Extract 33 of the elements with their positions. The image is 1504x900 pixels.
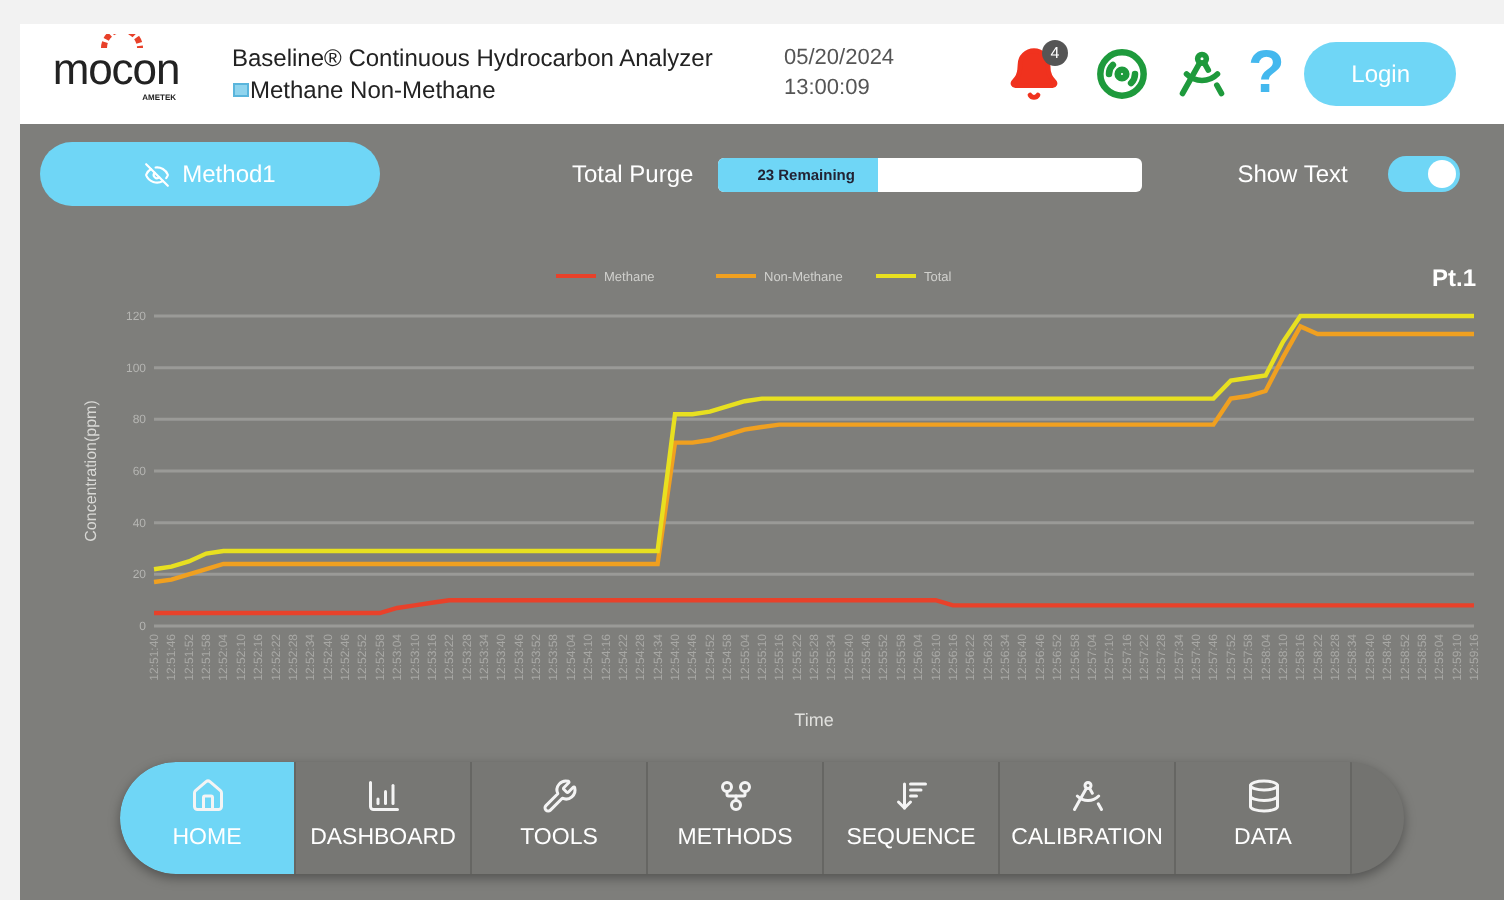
bar-chart-icon — [365, 778, 401, 815]
x-axis-label: Time — [794, 710, 834, 730]
database-icon — [1245, 778, 1281, 815]
help-button[interactable]: ? — [1248, 44, 1285, 104]
compass-icon[interactable] — [1176, 48, 1228, 100]
alert-count-badge: 4 — [1042, 40, 1068, 66]
point-label: Pt.1 — [1431, 264, 1476, 292]
show-text-label: Show Text — [1237, 158, 1348, 192]
bell-icon — [1006, 46, 1062, 102]
nav-tab[interactable]: TOOLS — [472, 762, 648, 874]
nav-tab[interactable]: DASHBOARD — [296, 762, 472, 874]
logo-arc-icon — [100, 33, 144, 49]
wrench-icon — [541, 778, 577, 815]
window-title: Baseline® Continuous Hydrocarbon Analyzer — [232, 42, 715, 74]
logo-text: mocon — [52, 47, 180, 91]
subtitle: Methane Non-Methane — [250, 74, 496, 106]
purge-label: Total Purge — [572, 158, 694, 192]
sort-icon — [893, 778, 929, 815]
date-text: 05/20/2024 — [784, 44, 897, 74]
tag-icon — [232, 82, 250, 98]
compass-icon — [1069, 778, 1105, 815]
home-icon — [189, 778, 225, 815]
time-text: 13:00:09 — [784, 74, 872, 104]
fork-icon — [717, 778, 753, 815]
show-text-toggle[interactable] — [1387, 156, 1460, 192]
disc-icon[interactable] — [1096, 48, 1148, 100]
nav-tab[interactable]: SEQUENCE — [824, 762, 1000, 874]
eye-off-icon — [144, 161, 171, 187]
nav-tab[interactable]: METHODS — [648, 762, 824, 874]
nav-tab[interactable]: CALIBRATION — [1000, 762, 1176, 874]
nav-tab[interactable]: DATA — [1176, 762, 1352, 874]
y-axis-label: Concentration(ppm) — [82, 400, 100, 542]
alerts-button[interactable]: 4 — [1004, 40, 1064, 108]
